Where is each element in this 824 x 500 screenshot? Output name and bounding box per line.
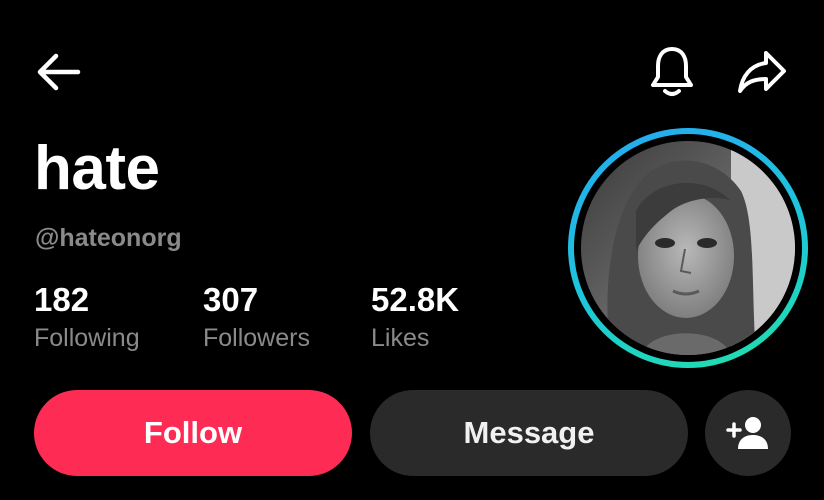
avatar-frame — [574, 134, 802, 362]
avatar — [581, 141, 795, 355]
following-count: 182 — [34, 281, 90, 318]
following-label: Following — [34, 324, 140, 353]
bell-icon — [651, 47, 693, 96]
arrow-left-icon — [37, 53, 81, 91]
likes-count: 52.8K — [371, 281, 460, 318]
share-button[interactable] — [728, 42, 796, 102]
stat-following[interactable]: 182 Following — [34, 281, 140, 353]
followers-label: Followers — [203, 324, 310, 353]
add-friend-button[interactable] — [705, 390, 791, 476]
notification-button[interactable] — [640, 42, 704, 102]
back-button[interactable] — [28, 44, 88, 100]
avatar-photo — [581, 141, 795, 355]
follow-button[interactable]: Follow — [34, 390, 352, 476]
profile-display-name: hate — [34, 134, 160, 203]
add-user-icon — [726, 417, 768, 449]
followers-count: 307 — [203, 281, 259, 318]
profile-username: @hateonorg — [35, 224, 182, 252]
stat-likes[interactable]: 52.8K Likes — [371, 281, 460, 353]
likes-label: Likes — [371, 324, 430, 353]
avatar-ring[interactable] — [568, 128, 808, 368]
message-button[interactable]: Message — [370, 390, 688, 476]
share-arrow-icon — [738, 51, 786, 93]
stat-followers[interactable]: 307 Followers — [203, 281, 310, 353]
